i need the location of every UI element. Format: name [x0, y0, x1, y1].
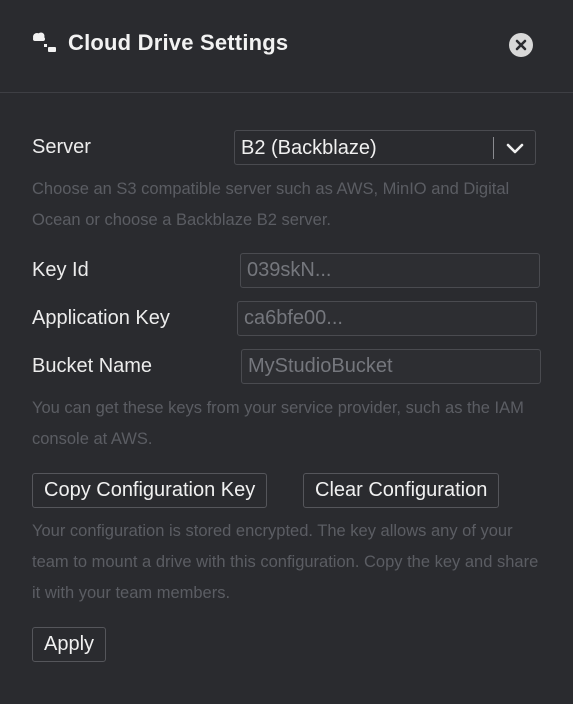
- copy-configuration-key-button[interactable]: Copy Configuration Key: [32, 473, 268, 508]
- server-select[interactable]: B2 (Backblaze): [234, 130, 536, 165]
- close-button[interactable]: [509, 33, 533, 57]
- close-icon: [515, 39, 527, 51]
- configuration-help-text: Your configuration is stored encrypted. …: [32, 522, 539, 602]
- apply-button[interactable]: Apply: [32, 627, 107, 662]
- bucket-name-label: Bucket Name: [32, 355, 153, 377]
- dialog-header: Cloud Drive Settings: [0, 0, 573, 93]
- bucket-name-input[interactable]: [241, 349, 541, 384]
- select-divider: [493, 137, 494, 159]
- keys-help-text: You can get these keys from your service…: [32, 399, 524, 448]
- key-id-input[interactable]: [240, 253, 540, 288]
- chevron-down-icon: [506, 143, 524, 154]
- dialog-title: Cloud Drive Settings: [68, 30, 289, 55]
- server-help-text: Choose an S3 compatible server such as A…: [32, 180, 510, 229]
- clear-configuration-button[interactable]: Clear Configuration: [303, 473, 500, 508]
- application-key-input[interactable]: [237, 301, 537, 336]
- application-key-label: Application Key: [32, 307, 170, 329]
- key-id-label: Key Id: [32, 259, 89, 281]
- server-label: Server: [32, 136, 91, 158]
- cloud-drive-icon: [33, 32, 56, 52]
- server-select-value: B2 (Backblaze): [241, 137, 377, 159]
